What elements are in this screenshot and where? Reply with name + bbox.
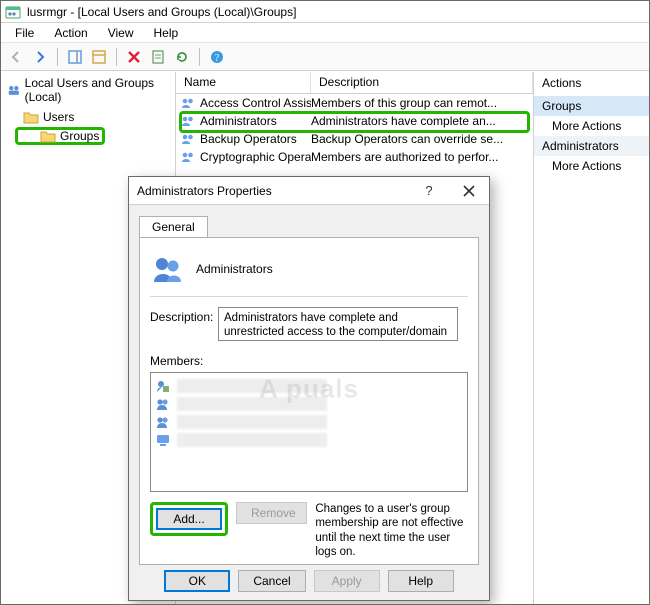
separator: [116, 48, 117, 66]
ok-button[interactable]: OK: [164, 570, 230, 592]
user-icon: [155, 414, 171, 430]
dialog-help-button[interactable]: ?: [409, 177, 449, 205]
row-name: Backup Operators: [200, 132, 297, 146]
row-desc: Administrators have complete an...: [311, 114, 533, 128]
action-pane-toggle-button[interactable]: [64, 46, 86, 68]
tree-node-groups[interactable]: Groups: [15, 127, 105, 145]
member-item[interactable]: [155, 413, 463, 431]
app-icon: [5, 4, 21, 20]
tree-root[interactable]: Local Users and Groups (Local): [1, 72, 175, 108]
menu-file[interactable]: File: [5, 24, 44, 42]
description-textbox[interactable]: Administrators have complete and unrestr…: [218, 307, 458, 341]
separator: [57, 48, 58, 66]
tree-users-label: Users: [43, 110, 74, 124]
row-desc: Members are authorized to perfor...: [311, 150, 533, 164]
user-icon: [155, 396, 171, 412]
svg-text:?: ?: [425, 184, 432, 198]
cancel-button[interactable]: Cancel: [238, 570, 305, 592]
folder-icon: [40, 129, 56, 143]
member-name-redacted: [177, 415, 327, 429]
computer-icon: [155, 432, 171, 448]
apply-button: Apply: [314, 570, 380, 592]
group-large-icon: [150, 252, 184, 286]
row-name: Administrators: [200, 114, 277, 128]
column-name[interactable]: Name: [176, 72, 311, 93]
nav-back-button: [5, 46, 27, 68]
members-label: Members:: [150, 351, 468, 368]
properties-dialog: Administrators Properties ? General Admi…: [128, 176, 490, 601]
add-button[interactable]: Add...: [156, 508, 222, 530]
list-row[interactable]: Access Control Assist... Members of this…: [176, 94, 533, 112]
menu-action[interactable]: Action: [44, 24, 97, 42]
tab-page-general: Administrators Description: Administrato…: [139, 237, 479, 565]
group-icon: [180, 149, 196, 165]
column-description[interactable]: Description: [311, 72, 533, 93]
description-row: Description: Administrators have complet…: [150, 307, 468, 341]
row-desc: Backup Operators can override se...: [311, 132, 533, 146]
user-icon: [155, 378, 171, 394]
titlebar: lusrmgr - [Local Users and Groups (Local…: [1, 1, 649, 23]
tree-node-users[interactable]: Users: [1, 108, 175, 126]
dialog-button-row: OK Cancel Apply Help: [129, 570, 489, 592]
row-name: Cryptographic Operat: [200, 150, 311, 164]
actions-title: Actions: [534, 72, 649, 96]
list-row[interactable]: Backup Operators Backup Operators can ov…: [176, 130, 533, 148]
actions-more-administrators[interactable]: More Actions: [534, 156, 649, 176]
member-item[interactable]: [155, 377, 463, 395]
tree-groups-label: Groups: [60, 129, 99, 143]
toolbar: ?: [1, 43, 649, 71]
member-name-redacted: [177, 397, 327, 411]
mmc-window: lusrmgr - [Local Users and Groups (Local…: [0, 0, 650, 605]
membership-note: Changes to a user's group membership are…: [315, 502, 468, 560]
description-label: Description:: [150, 307, 208, 324]
list-row[interactable]: Cryptographic Operat Members are authori…: [176, 148, 533, 166]
tree-root-label: Local Users and Groups (Local): [25, 76, 169, 104]
window-title: lusrmgr - [Local Users and Groups (Local…: [27, 5, 645, 19]
export-button[interactable]: [147, 46, 169, 68]
member-name-redacted: [177, 433, 327, 447]
actions-more-groups[interactable]: More Actions: [534, 116, 649, 136]
tab-strip: General: [139, 213, 479, 237]
properties-toggle-button[interactable]: [88, 46, 110, 68]
list-header: Name Description: [176, 72, 533, 94]
member-name-redacted: [177, 379, 327, 393]
svg-text:?: ?: [215, 53, 220, 64]
row-desc: Members of this group can remot...: [311, 96, 533, 110]
member-item[interactable]: [155, 431, 463, 449]
add-remove-row: Add... Remove Changes to a user's group …: [150, 502, 468, 560]
list-row[interactable]: Administrators Administrators have compl…: [176, 112, 533, 130]
users-groups-icon: [7, 83, 21, 97]
actions-pane: Actions Groups More Actions Administrato…: [534, 72, 649, 604]
tab-general[interactable]: General: [139, 216, 208, 238]
group-icon: [180, 113, 196, 129]
folder-icon: [23, 110, 39, 124]
menubar: File Action View Help: [1, 23, 649, 43]
separator: [199, 48, 200, 66]
group-icon: [180, 131, 196, 147]
group-name-label: Administrators: [196, 262, 273, 276]
actions-heading-administrators[interactable]: Administrators: [534, 136, 649, 156]
dialog-title: Administrators Properties: [137, 184, 409, 198]
row-name: Access Control Assist...: [200, 96, 311, 110]
menu-view[interactable]: View: [98, 24, 144, 42]
dialog-body: General Administrators Description: Admi…: [129, 205, 489, 600]
dialog-close-button[interactable]: [449, 177, 489, 205]
menu-help[interactable]: Help: [144, 24, 189, 42]
member-item[interactable]: [155, 395, 463, 413]
delete-button[interactable]: [123, 46, 145, 68]
help-button[interactable]: ?: [206, 46, 228, 68]
add-button-highlight: Add...: [150, 502, 228, 536]
nav-forward-button[interactable]: [29, 46, 51, 68]
refresh-button[interactable]: [171, 46, 193, 68]
remove-button: Remove: [236, 502, 307, 524]
dialog-titlebar: Administrators Properties ?: [129, 177, 489, 205]
help-button[interactable]: Help: [388, 570, 454, 592]
divider: [150, 296, 468, 297]
members-listbox[interactable]: [150, 372, 468, 492]
group-icon: [180, 95, 196, 111]
group-header: Administrators: [150, 248, 468, 290]
actions-heading-groups[interactable]: Groups: [534, 96, 649, 116]
